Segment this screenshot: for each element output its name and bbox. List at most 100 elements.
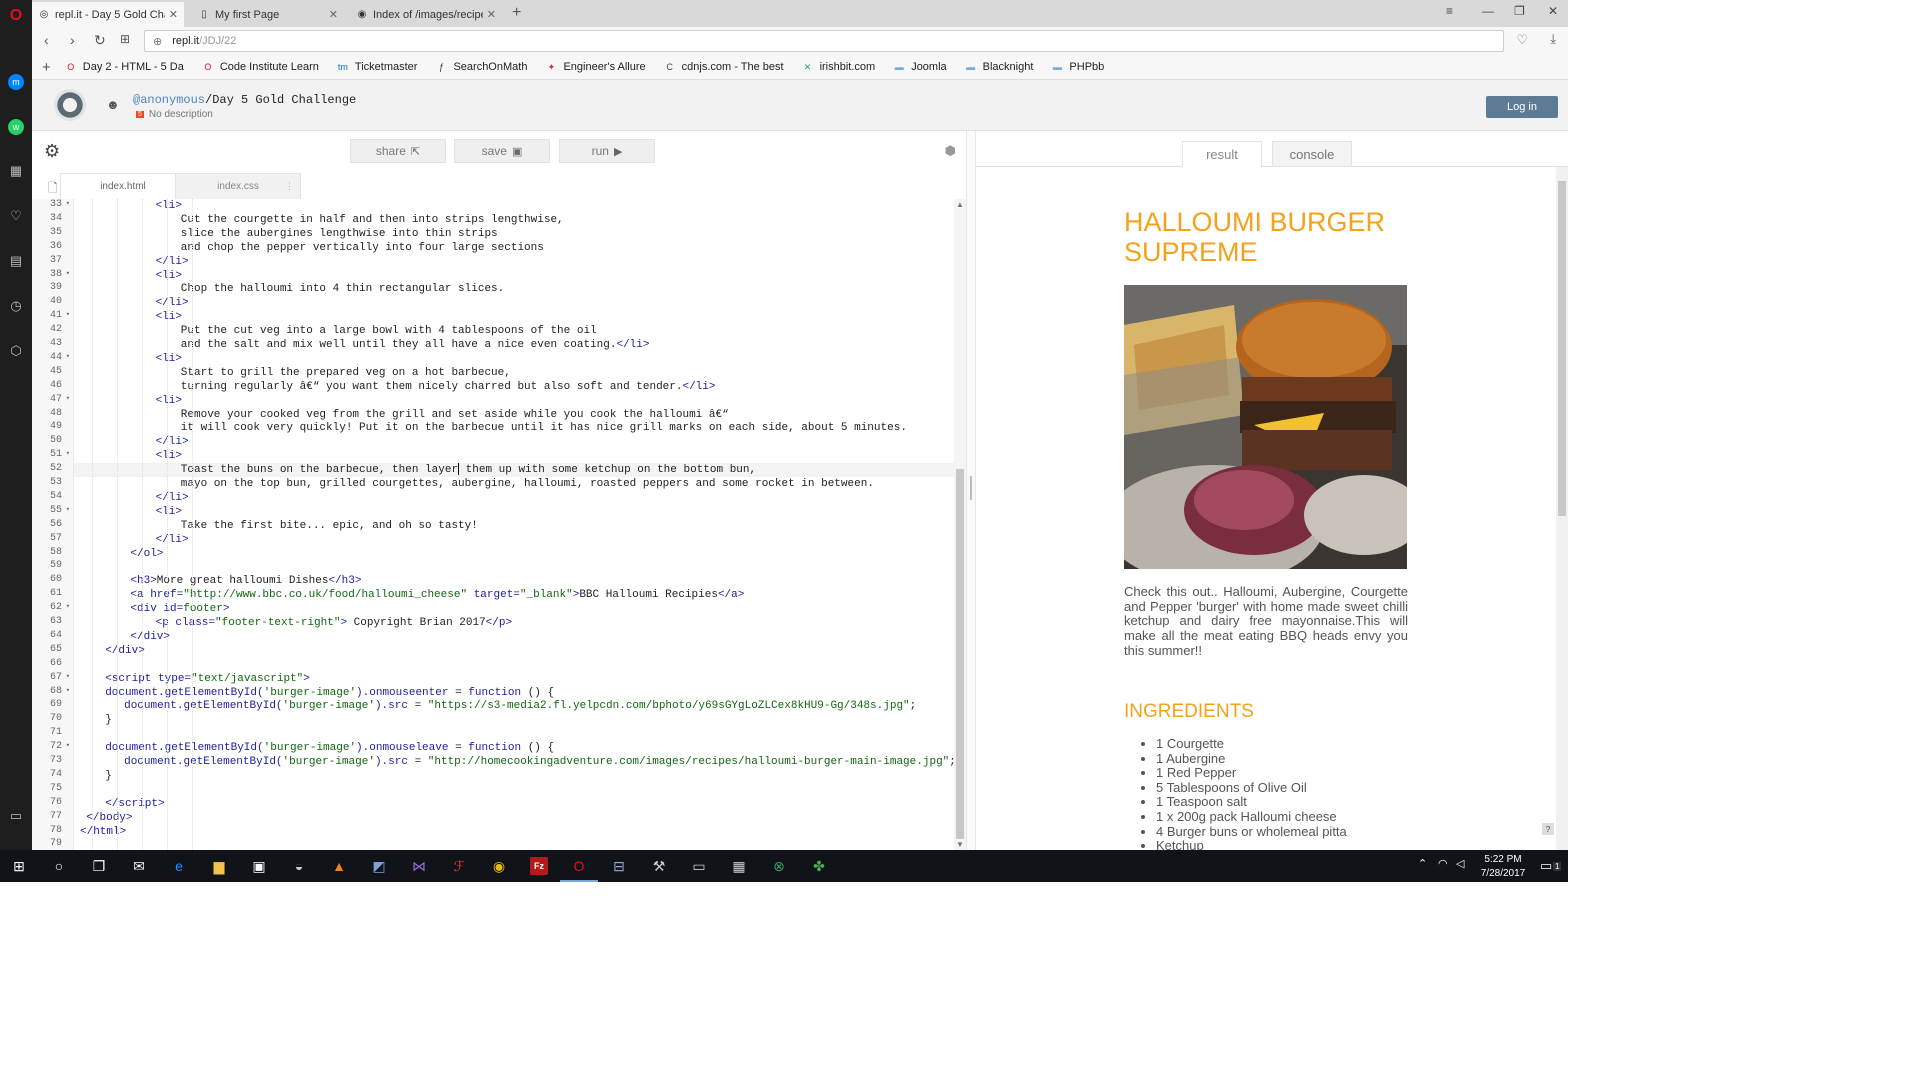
tab-console[interactable]: console: [1272, 141, 1352, 167]
code-line[interactable]: </script>: [105, 797, 164, 811]
terminal-icon[interactable]: ▭: [688, 856, 710, 876]
tray-chevron-icon[interactable]: ⌃: [1418, 857, 1427, 870]
code-line[interactable]: document.getElementById('burger-image').…: [124, 699, 916, 713]
close-icon[interactable]: ✕: [487, 8, 496, 21]
code-line[interactable]: </li>: [156, 435, 189, 449]
code-line[interactable]: }: [105, 713, 112, 727]
news-icon[interactable]: ▤: [6, 251, 26, 271]
minimize-icon[interactable]: —: [1482, 4, 1494, 18]
url-field[interactable]: ⊕ repl.it/JDJ/22: [144, 30, 1504, 52]
code-line[interactable]: </body>: [86, 811, 132, 825]
code-line[interactable]: document.getElementById('burger-image').…: [124, 755, 956, 769]
speed-dial-icon[interactable]: ▦: [6, 161, 26, 181]
file-tab-index-html[interactable]: index.html: [60, 173, 186, 199]
fold-arrow-icon[interactable]: ▾: [66, 199, 70, 208]
filezilla-icon[interactable]: Fz: [528, 856, 550, 876]
code-line[interactable]: <h3>More great halloumi Dishes</h3>: [130, 574, 361, 588]
opera-taskbar-icon[interactable]: O: [568, 856, 590, 876]
divider-grip[interactable]: [970, 476, 972, 500]
bookmark-item[interactable]: O Code Institute Learn: [202, 61, 319, 73]
bookmark-item[interactable]: ✕ irishbit.com: [802, 61, 875, 73]
help-icon[interactable]: ?: [1542, 823, 1554, 835]
close-window-icon[interactable]: ✕: [1548, 4, 1558, 18]
fold-arrow-icon[interactable]: ▾: [66, 352, 70, 361]
bookmark-item[interactable]: ƒ SearchOnMath: [435, 61, 528, 73]
bookmark-item[interactable]: ▬ PHPbb: [1051, 61, 1104, 73]
restore-icon[interactable]: ❐: [1514, 4, 1525, 18]
opera-logo-icon[interactable]: O: [6, 6, 26, 26]
scroll-thumb[interactable]: [956, 469, 964, 839]
app-icon[interactable]: ◩: [368, 856, 390, 876]
fold-arrow-icon[interactable]: ▾: [66, 394, 70, 403]
edge-icon[interactable]: e: [168, 856, 190, 876]
code-line[interactable]: </div>: [130, 630, 170, 644]
calculator-icon[interactable]: ▦: [728, 856, 750, 876]
code-line[interactable]: <script type="text/javascript">: [105, 672, 310, 686]
fold-arrow-icon[interactable]: ▾: [66, 602, 70, 611]
code-line[interactable]: <p class="footer-text-right"> Copyright …: [156, 616, 512, 630]
wifi-icon[interactable]: ◠: [1438, 857, 1448, 870]
vlc-icon[interactable]: ▲: [328, 856, 350, 876]
code-line[interactable]: </div>: [105, 644, 145, 658]
run-button[interactable]: run ▶: [559, 139, 655, 163]
code-line[interactable]: slice the aubergines lengthwise into thi…: [181, 227, 498, 241]
code-line[interactable]: and chop the pepper vertically into four…: [181, 241, 544, 255]
code-line[interactable]: <li>: [156, 394, 182, 408]
code-line[interactable]: Put the cut veg into a large bowl with 4…: [181, 324, 597, 338]
replit-logo-icon[interactable]: [54, 89, 86, 121]
bookmark-item[interactable]: O Day 2 - HTML - 5 Da: [65, 61, 184, 73]
fold-arrow-icon[interactable]: ▾: [66, 686, 70, 695]
save-button[interactable]: save ▣: [454, 139, 550, 163]
tab-result[interactable]: result: [1182, 141, 1262, 167]
tab-index-images[interactable]: ◉ Index of /images/recipes ✕: [350, 2, 502, 27]
code-line[interactable]: </li>: [156, 491, 189, 505]
repl-user[interactable]: @anonymous: [133, 93, 205, 107]
code-line[interactable]: Start to grill the prepared veg on a hot…: [181, 366, 511, 380]
fenix-icon[interactable]: ◒: [288, 856, 310, 876]
code-line[interactable]: <li>: [156, 199, 182, 213]
tab-menu-icon[interactable]: ≡: [1446, 4, 1453, 18]
tab-my-first-page[interactable]: ▯ My first Page ✕: [192, 2, 344, 27]
heart-icon[interactable]: ♡: [6, 206, 26, 226]
history-icon[interactable]: ◷: [6, 296, 26, 316]
file-menu-icon[interactable]: ⋮: [285, 181, 294, 192]
code-line[interactable]: document.getElementById('burger-image').…: [105, 741, 554, 755]
bookmark-item[interactable]: ✦ Engineer's Allure: [545, 61, 646, 73]
tabs-grid-icon[interactable]: ⊞: [120, 32, 130, 46]
new-file-icon[interactable]: 🗋: [48, 179, 58, 200]
xbox-icon[interactable]: ⊗: [768, 856, 790, 876]
code-line[interactable]: Remove your cooked veg from the grill an…: [181, 408, 729, 422]
code-line[interactable]: <li>: [156, 505, 182, 519]
code-line[interactable]: turning regularly â€“ you want them nice…: [181, 380, 716, 394]
messenger-icon[interactable]: m: [8, 74, 24, 90]
scroll-up-icon[interactable]: ▲: [956, 200, 964, 209]
code-line[interactable]: <li>: [156, 352, 182, 366]
code-line[interactable]: Toast the buns on the barbecue, then lay…: [181, 463, 756, 477]
cortana-icon[interactable]: ○: [48, 856, 70, 876]
add-bookmark-icon[interactable]: +: [42, 59, 51, 76]
tab-replit[interactable]: ◎ repl.it - Day 5 Gold Challe ✕: [32, 2, 184, 27]
close-icon[interactable]: ✕: [169, 8, 178, 21]
code-line[interactable]: mayo on the top bun, grilled courgettes,…: [181, 477, 874, 491]
package-icon[interactable]: ⬢: [945, 143, 956, 159]
close-icon[interactable]: ✕: [329, 8, 338, 21]
code-line[interactable]: Take the first bite... epic, and oh so t…: [181, 519, 478, 533]
scroll-down-icon[interactable]: ▼: [956, 840, 964, 849]
code-editor[interactable]: 33 ▾ 34 35 36 37 38 ▾ 39 40 41 ▾ 42 43 44 ▾ 45 46 47 ▾ 48 49 5…: [32, 199, 956, 850]
scroll-thumb[interactable]: [1558, 181, 1566, 516]
code-line[interactable]: <li>: [156, 310, 182, 324]
code-line[interactable]: and the salt and mix well until they all…: [181, 338, 650, 352]
login-button[interactable]: Log in: [1486, 96, 1558, 118]
bookmark-item[interactable]: ▬ Joomla: [893, 61, 947, 73]
code-line[interactable]: </li>: [156, 255, 189, 269]
fold-arrow-icon[interactable]: ▾: [66, 741, 70, 750]
bookmark-item[interactable]: ▬ Blacknight: [965, 61, 1033, 73]
code-line[interactable]: }: [105, 769, 112, 783]
cmd-app-icon[interactable]: ⊟: [608, 856, 630, 876]
store-icon[interactable]: ▣: [248, 856, 270, 876]
code-line[interactable]: </ol>: [130, 547, 163, 561]
sidebar-toggle-icon[interactable]: ▭: [6, 806, 26, 826]
code-line[interactable]: <li>: [156, 449, 182, 463]
reload-icon[interactable]: ↻: [94, 32, 106, 49]
fold-arrow-icon[interactable]: ▾: [66, 449, 70, 458]
